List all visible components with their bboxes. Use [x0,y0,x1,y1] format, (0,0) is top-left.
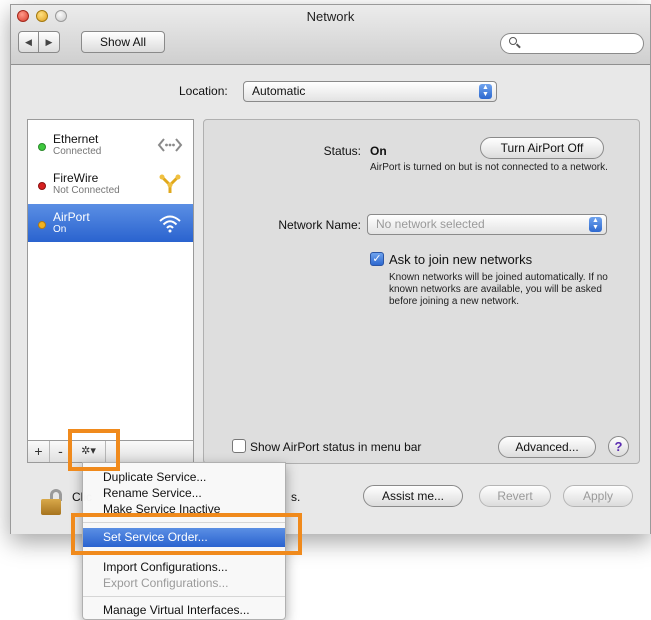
status-value: On [370,144,387,158]
assist-me-button[interactable]: Assist me... [363,485,463,507]
wifi-icon [159,215,181,233]
lock-text-right: s. [291,490,301,504]
service-item-ethernet[interactable]: Ethernet Connected [28,126,193,164]
show-status-checkbox[interactable] [232,439,246,453]
menu-item-manage-virtual-interfaces[interactable]: Manage Virtual Interfaces... [83,602,285,618]
network-name-placeholder: No network selected [376,217,485,231]
turn-airport-off-button[interactable]: Turn AirPort Off [480,137,604,159]
network-name-label: Network Name: [278,218,361,232]
ask-join-note: Known networks will be joined automatica… [389,272,608,307]
help-icon[interactable]: ? [608,436,629,457]
status-green-icon [38,143,46,151]
status-note: AirPort is turned on but is not connecte… [370,162,608,173]
location-value: Automatic [252,84,306,98]
ask-join-label: Ask to join new networks [389,252,533,267]
status-yellow-icon [38,221,46,229]
service-status: On [53,224,67,235]
back-arrow-icon[interactable]: ◀ [18,31,39,53]
location-popup[interactable]: Automatic ▲ ▼ [243,81,497,102]
service-list: Ethernet Connected FireWire Not Connecte… [27,119,194,441]
location-label: Location: [179,84,228,98]
service-name: AirPort [53,210,90,224]
service-name: Ethernet [53,132,99,146]
menu-item-export-configurations: Export Configurations... [103,576,229,590]
network-name-popup[interactable]: No network selected ▲ ▼ [367,214,607,235]
apply-button[interactable]: Apply [563,485,633,507]
status-label: Status: [323,144,361,158]
ask-join-checkbox[interactable]: ✓ [370,252,384,266]
popup-stepper-icon: ▲ ▼ [479,84,492,99]
service-name: FireWire [53,171,99,185]
revert-button[interactable]: Revert [479,485,551,507]
service-item-airport[interactable]: AirPort On [28,204,193,242]
title-bar: Network ◀ ▶ Show All [11,5,650,65]
forward-arrow-icon[interactable]: ▶ [39,31,60,53]
gear-highlight-box [68,429,120,471]
show-status-label: Show AirPort status in menu bar [250,440,422,454]
menu-item-import-configurations[interactable]: Import Configurations... [83,559,285,575]
advanced-button[interactable]: Advanced... [498,436,596,458]
menu-separator [83,596,285,597]
window-title: Network [306,9,355,24]
airport-detail-panel: Status: On Turn AirPort Off AirPort is t… [203,119,640,464]
search-icon [509,37,517,45]
add-service-button[interactable]: + [28,441,50,462]
popup-stepper-icon: ▲ ▼ [589,217,602,232]
search-field[interactable] [500,33,644,54]
service-status: Not Connected [53,185,120,196]
show-all-button[interactable]: Show All [81,31,165,53]
menu-item-duplicate-service[interactable]: Duplicate Service... [83,469,285,485]
service-status: Connected [53,146,102,157]
ethernet-arrows-icon [157,138,183,152]
set-service-order-highlight-box [71,513,302,555]
menu-item-rename-service[interactable]: Rename Service... [83,485,285,501]
lock-icon[interactable] [41,489,63,515]
status-red-icon [38,182,46,190]
firewire-icon [159,174,181,193]
service-item-firewire[interactable]: FireWire Not Connected [28,165,193,203]
back-forward-control: ◀ ▶ [18,31,60,53]
